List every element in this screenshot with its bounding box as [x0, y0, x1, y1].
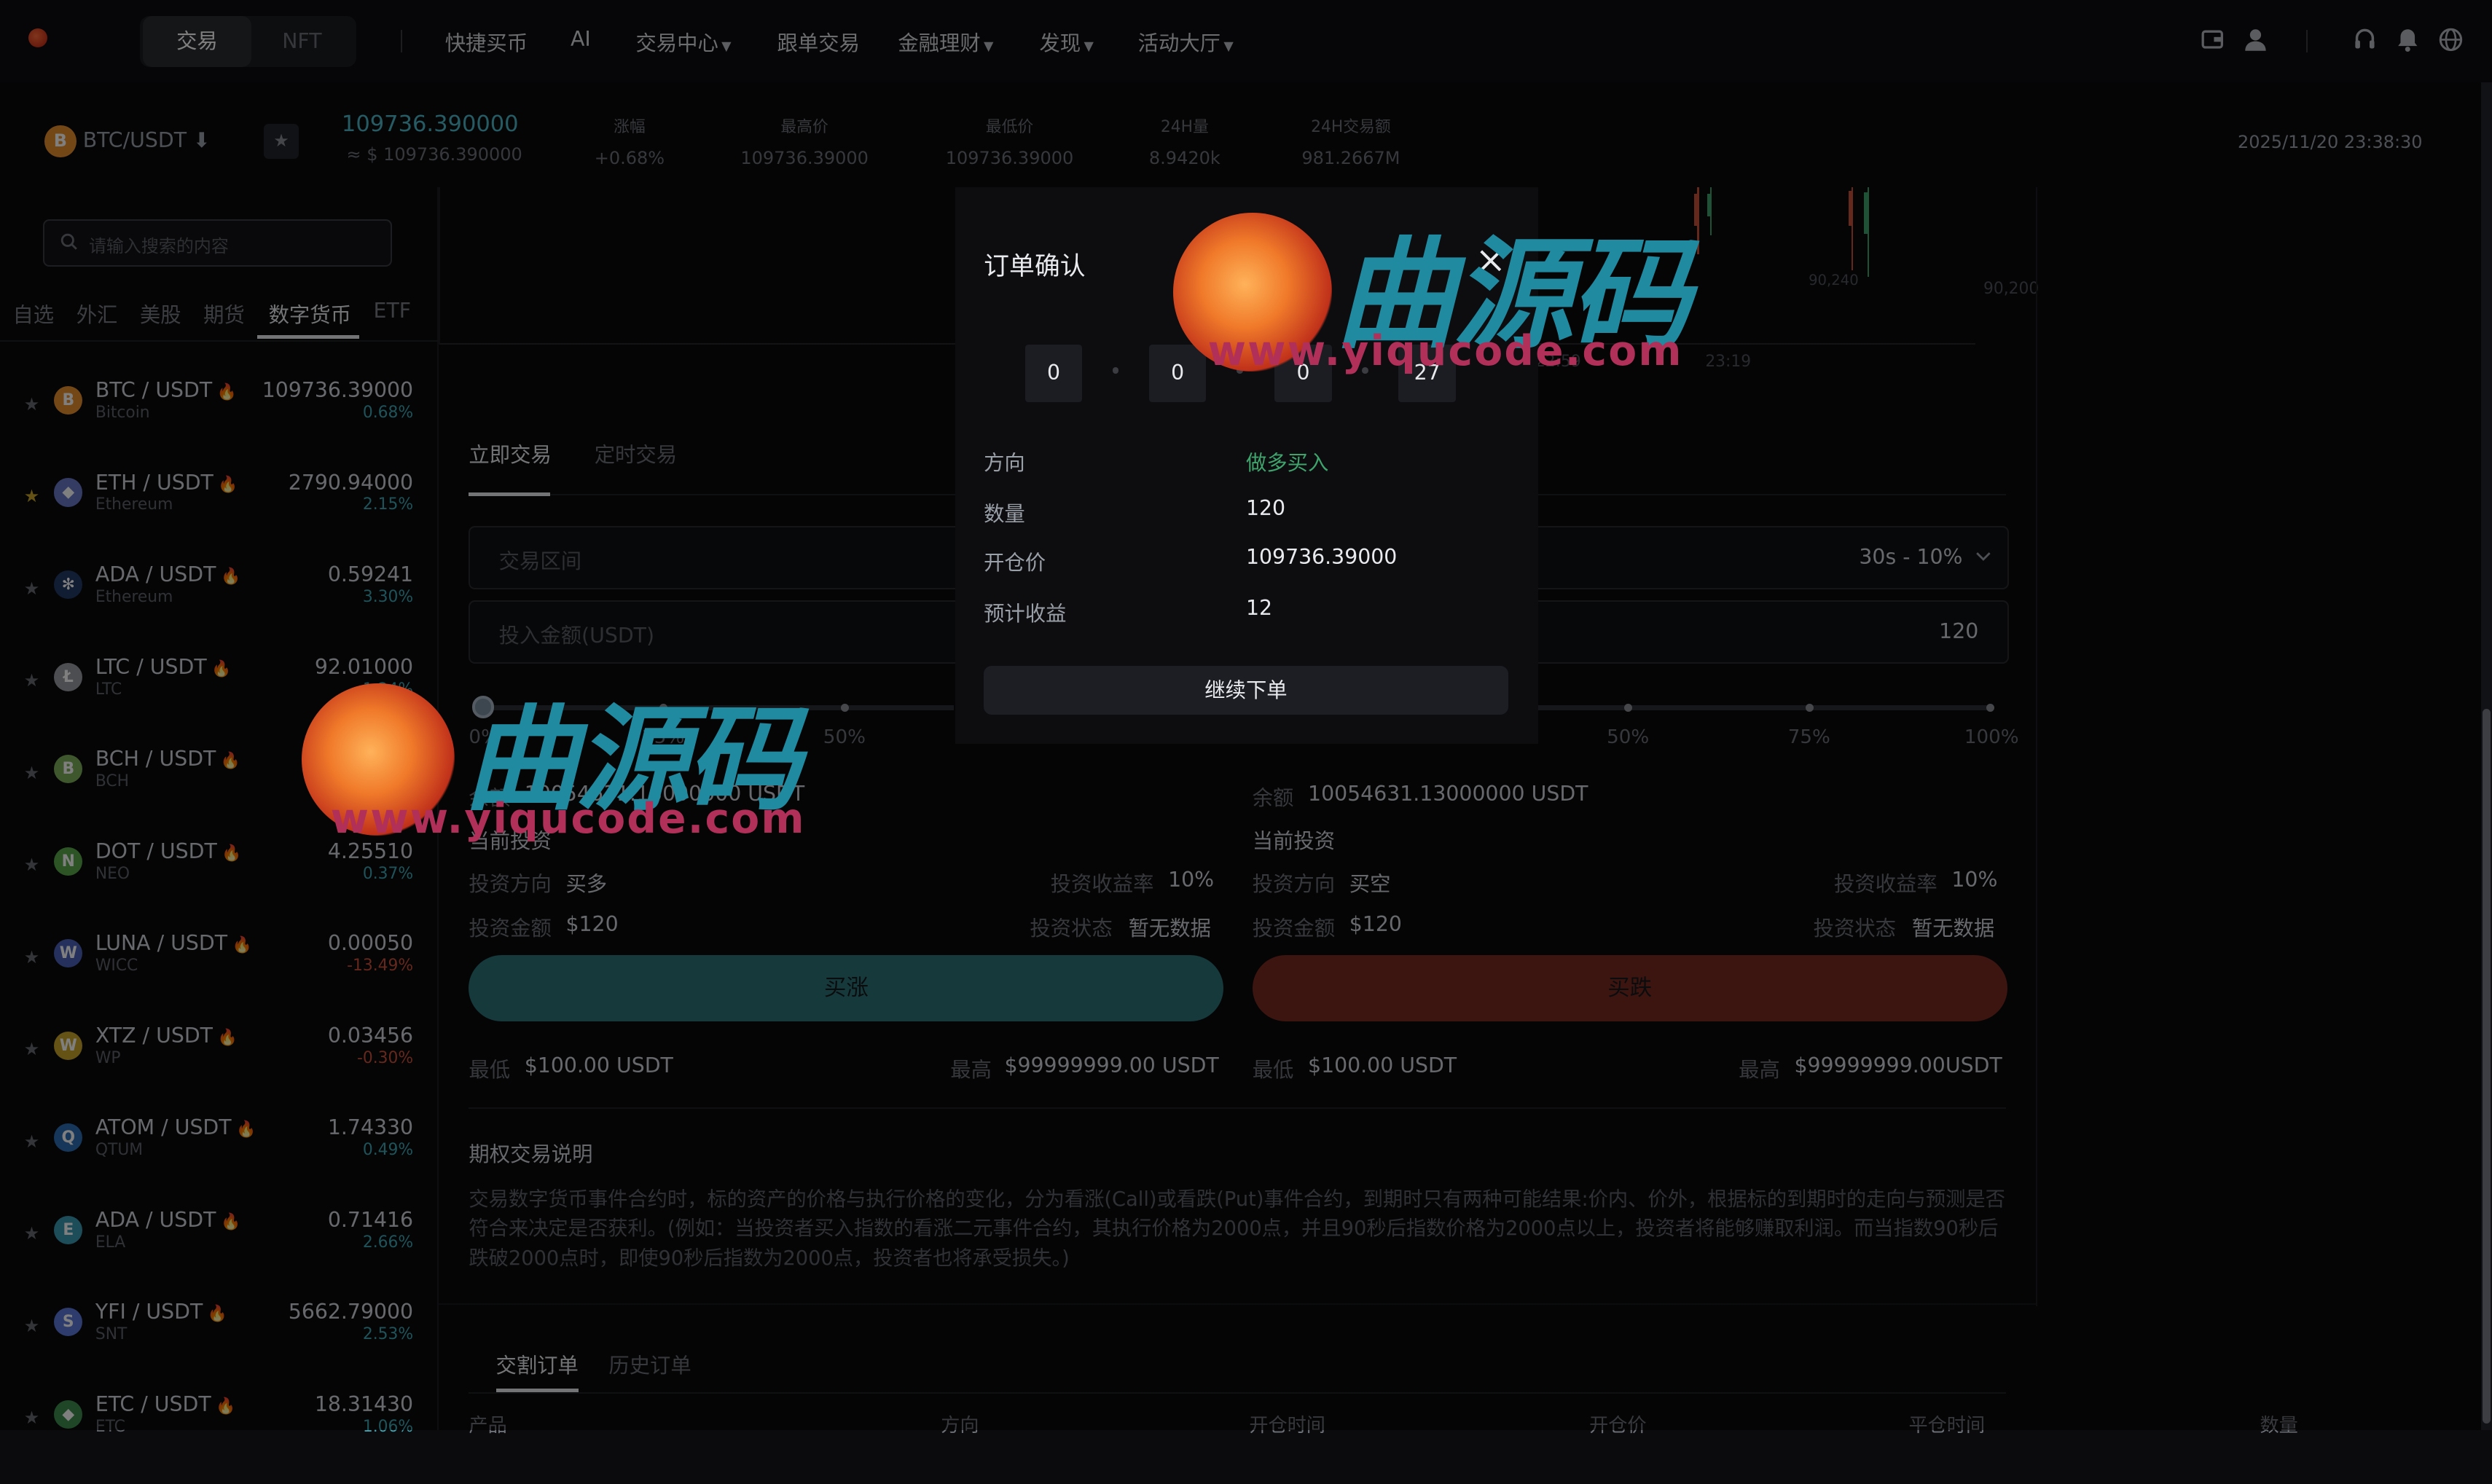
dialog-direction-label: 方向	[984, 450, 1025, 475]
countdown-digit: 0	[1274, 345, 1332, 402]
countdown-separator	[1112, 366, 1119, 374]
countdown-digit: 0	[1024, 345, 1083, 402]
scrollbar-thumb[interactable]	[2482, 708, 2491, 1424]
dialog-quantity-value: 120	[1245, 495, 1286, 520]
dialog-open-price-label: 开仓价	[984, 551, 1046, 576]
continue-order-button[interactable]: 继续下单	[984, 665, 1508, 715]
dialog-open-price-value: 109736.39000	[1245, 545, 1398, 570]
dialog-profit-value: 12	[1245, 595, 1273, 620]
dialog-profit-label: 预计收益	[984, 602, 1067, 627]
countdown-separator	[1362, 366, 1368, 374]
dialog-direction-value: 做多买入	[1245, 450, 1329, 475]
dialog-title: 订单确认	[984, 252, 1086, 282]
countdown-digit: 27	[1398, 345, 1456, 402]
close-icon[interactable]	[1475, 245, 1507, 277]
dialog-quantity-label: 数量	[984, 501, 1025, 526]
countdown-digit: 0	[1148, 345, 1207, 402]
countdown-separator	[1236, 366, 1243, 374]
